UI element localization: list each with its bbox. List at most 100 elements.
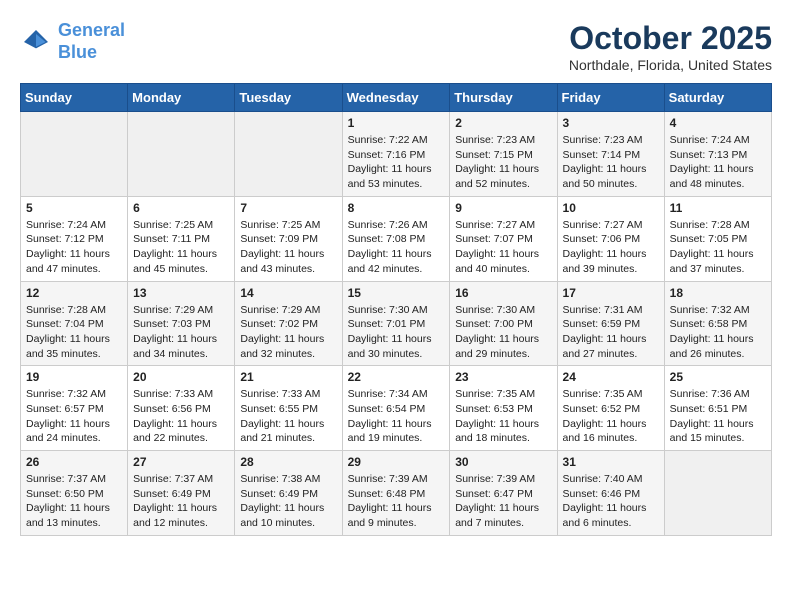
calendar-cell: 30Sunrise: 7:39 AM Sunset: 6:47 PM Dayli… [450, 451, 557, 536]
cell-content: Sunrise: 7:27 AM Sunset: 7:07 PM Dayligh… [455, 218, 551, 277]
cell-content: Sunrise: 7:26 AM Sunset: 7:08 PM Dayligh… [348, 218, 445, 277]
day-number: 11 [670, 201, 766, 215]
calendar-week-5: 26 Sunrise: 7:37 AM Sunset: 6:50 PM Dayli… [21, 451, 772, 536]
calendar-cell: 9 Sunrise: 7:27 AM Sunset: 7:07 PM Daylig… [450, 196, 557, 281]
day-number: 22 [348, 370, 445, 384]
day-number: 4 [670, 116, 766, 130]
calendar-cell: 22 Sunrise: 7:34 AM Sunset: 6:54 PM Dayli… [342, 366, 450, 451]
calendar-header-row: SundayMondayTuesdayWednesdayThursdayFrid… [21, 84, 772, 112]
calendar-cell: 7 Sunrise: 7:25 AM Sunset: 7:09 PM Daylig… [235, 196, 342, 281]
cell-content: Sunrise: 7:36 AM Sunset: 6:51 PM Dayligh… [670, 387, 766, 446]
day-number: 20 [133, 370, 229, 384]
calendar-table: SundayMondayTuesdayWednesdayThursdayFrid… [20, 83, 772, 536]
calendar-cell [235, 112, 342, 197]
cell-content: Sunrise: 7:30 AM Sunset: 7:00 PM Dayligh… [455, 303, 551, 362]
day-number: 30 [455, 455, 551, 469]
day-number: 29 [348, 455, 445, 469]
calendar-cell: 19 Sunrise: 7:32 AM Sunset: 6:57 PM Dayli… [21, 366, 128, 451]
day-number: 28 [240, 455, 336, 469]
calendar-cell: 31Sunrise: 7:40 AM Sunset: 6:46 PM Dayli… [557, 451, 664, 536]
day-number: 18 [670, 286, 766, 300]
cell-content: Sunrise: 7:39 AM Sunset: 6:48 PM Dayligh… [348, 472, 445, 531]
cell-content: Sunrise: 7:37 AM Sunset: 6:50 PM Dayligh… [26, 472, 122, 531]
calendar-cell: 17 Sunrise: 7:31 AM Sunset: 6:59 PM Dayli… [557, 281, 664, 366]
calendar-week-3: 12 Sunrise: 7:28 AM Sunset: 7:04 PM Dayli… [21, 281, 772, 366]
logo-icon [20, 26, 52, 58]
calendar-cell: 23 Sunrise: 7:35 AM Sunset: 6:53 PM Dayli… [450, 366, 557, 451]
day-number: 25 [670, 370, 766, 384]
calendar-cell: 15 Sunrise: 7:30 AM Sunset: 7:01 PM Dayli… [342, 281, 450, 366]
day-number: 14 [240, 286, 336, 300]
cell-content: Sunrise: 7:35 AM Sunset: 6:53 PM Dayligh… [455, 387, 551, 446]
cell-content: Sunrise: 7:32 AM Sunset: 6:57 PM Dayligh… [26, 387, 122, 446]
cell-content: Sunrise: 7:37 AM Sunset: 6:49 PM Dayligh… [133, 472, 229, 531]
day-number: 23 [455, 370, 551, 384]
cell-content: Sunrise: 7:25 AM Sunset: 7:11 PM Dayligh… [133, 218, 229, 277]
calendar-cell [21, 112, 128, 197]
day-number: 12 [26, 286, 122, 300]
day-number: 15 [348, 286, 445, 300]
cell-content: Sunrise: 7:29 AM Sunset: 7:02 PM Dayligh… [240, 303, 336, 362]
calendar-cell: 28Sunrise: 7:38 AM Sunset: 6:49 PM Dayli… [235, 451, 342, 536]
logo: General Blue [20, 20, 125, 63]
col-header-monday: Monday [128, 84, 235, 112]
day-number: 26 [26, 455, 122, 469]
day-number: 5 [26, 201, 122, 215]
col-header-tuesday: Tuesday [235, 84, 342, 112]
cell-content: Sunrise: 7:28 AM Sunset: 7:05 PM Dayligh… [670, 218, 766, 277]
calendar-cell: 20Sunrise: 7:33 AM Sunset: 6:56 PM Dayli… [128, 366, 235, 451]
cell-content: Sunrise: 7:23 AM Sunset: 7:15 PM Dayligh… [455, 133, 551, 192]
calendar-cell: 14 Sunrise: 7:29 AM Sunset: 7:02 PM Dayli… [235, 281, 342, 366]
calendar-cell: 8 Sunrise: 7:26 AM Sunset: 7:08 PM Daylig… [342, 196, 450, 281]
day-number: 8 [348, 201, 445, 215]
calendar-cell: 16 Sunrise: 7:30 AM Sunset: 7:00 PM Dayli… [450, 281, 557, 366]
calendar-cell: 13Sunrise: 7:29 AM Sunset: 7:03 PM Dayli… [128, 281, 235, 366]
page-header: General Blue October 2025 Northdale, Flo… [20, 20, 772, 73]
calendar-cell: 25 Sunrise: 7:36 AM Sunset: 6:51 PM Dayli… [664, 366, 771, 451]
col-header-saturday: Saturday [664, 84, 771, 112]
cell-content: Sunrise: 7:27 AM Sunset: 7:06 PM Dayligh… [563, 218, 659, 277]
calendar-cell: 27 Sunrise: 7:37 AM Sunset: 6:49 PM Dayli… [128, 451, 235, 536]
day-number: 9 [455, 201, 551, 215]
month-title: October 2025 [569, 20, 772, 57]
calendar-cell: 3 Sunrise: 7:23 AM Sunset: 7:14 PM Daylig… [557, 112, 664, 197]
day-number: 31 [563, 455, 659, 469]
calendar-cell: 2 Sunrise: 7:23 AM Sunset: 7:15 PM Daylig… [450, 112, 557, 197]
day-number: 6 [133, 201, 229, 215]
cell-content: Sunrise: 7:35 AM Sunset: 6:52 PM Dayligh… [563, 387, 659, 446]
day-number: 2 [455, 116, 551, 130]
cell-content: Sunrise: 7:33 AM Sunset: 6:55 PM Dayligh… [240, 387, 336, 446]
cell-content: Sunrise: 7:30 AM Sunset: 7:01 PM Dayligh… [348, 303, 445, 362]
calendar-cell: 24Sunrise: 7:35 AM Sunset: 6:52 PM Dayli… [557, 366, 664, 451]
calendar-cell: 1Sunrise: 7:22 AM Sunset: 7:16 PM Daylig… [342, 112, 450, 197]
day-number: 16 [455, 286, 551, 300]
day-number: 10 [563, 201, 659, 215]
col-header-friday: Friday [557, 84, 664, 112]
col-header-sunday: Sunday [21, 84, 128, 112]
day-number: 3 [563, 116, 659, 130]
cell-content: Sunrise: 7:23 AM Sunset: 7:14 PM Dayligh… [563, 133, 659, 192]
calendar-cell: 12 Sunrise: 7:28 AM Sunset: 7:04 PM Dayli… [21, 281, 128, 366]
calendar-cell: 6 Sunrise: 7:25 AM Sunset: 7:11 PM Daylig… [128, 196, 235, 281]
col-header-thursday: Thursday [450, 84, 557, 112]
calendar-cell: 18Sunrise: 7:32 AM Sunset: 6:58 PM Dayli… [664, 281, 771, 366]
calendar-week-2: 5 Sunrise: 7:24 AM Sunset: 7:12 PM Daylig… [21, 196, 772, 281]
calendar-cell: 26 Sunrise: 7:37 AM Sunset: 6:50 PM Dayli… [21, 451, 128, 536]
calendar-cell: 5 Sunrise: 7:24 AM Sunset: 7:12 PM Daylig… [21, 196, 128, 281]
calendar-cell [128, 112, 235, 197]
cell-content: Sunrise: 7:31 AM Sunset: 6:59 PM Dayligh… [563, 303, 659, 362]
day-number: 7 [240, 201, 336, 215]
cell-content: Sunrise: 7:24 AM Sunset: 7:13 PM Dayligh… [670, 133, 766, 192]
calendar-week-1: 1Sunrise: 7:22 AM Sunset: 7:16 PM Daylig… [21, 112, 772, 197]
col-header-wednesday: Wednesday [342, 84, 450, 112]
day-number: 19 [26, 370, 122, 384]
calendar-cell: 21Sunrise: 7:33 AM Sunset: 6:55 PM Dayli… [235, 366, 342, 451]
cell-content: Sunrise: 7:25 AM Sunset: 7:09 PM Dayligh… [240, 218, 336, 277]
title-block: October 2025 Northdale, Florida, United … [569, 20, 772, 73]
day-number: 17 [563, 286, 659, 300]
day-number: 27 [133, 455, 229, 469]
cell-content: Sunrise: 7:34 AM Sunset: 6:54 PM Dayligh… [348, 387, 445, 446]
calendar-cell [664, 451, 771, 536]
cell-content: Sunrise: 7:28 AM Sunset: 7:04 PM Dayligh… [26, 303, 122, 362]
cell-content: Sunrise: 7:24 AM Sunset: 7:12 PM Dayligh… [26, 218, 122, 277]
